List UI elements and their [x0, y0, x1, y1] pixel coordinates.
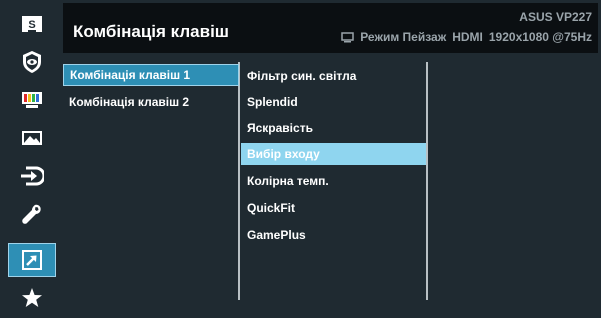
landscape-mode-icon: [341, 31, 354, 42]
system-setup-icon: [22, 204, 41, 224]
sidebar-item-color[interactable]: [8, 83, 56, 117]
sidebar-item-blue-light[interactable]: [8, 45, 56, 79]
svg-text:S: S: [28, 19, 35, 31]
shortcut-icon: [22, 250, 42, 270]
page-title: Комбінація клавіш: [73, 22, 229, 41]
function-item-brightness[interactable]: Яскравість: [241, 117, 426, 139]
monitor-model: ASUS VP227: [519, 10, 592, 24]
function-item-color-temp[interactable]: Колірна темп.: [241, 170, 426, 192]
sidebar-item-image[interactable]: [8, 121, 56, 155]
input-select-icon: [21, 166, 44, 186]
status-input: HDMI: [452, 30, 483, 44]
header-bar: Комбінація клавіш ASUS VP227 Режим Пейза…: [63, 3, 598, 53]
osd-menu: S Комбінація клавіш ASUS VP227 Режим Пей…: [0, 0, 601, 318]
function-item-gameplus[interactable]: GamePlus: [241, 224, 426, 246]
function-item-splendid[interactable]: Splendid: [241, 91, 426, 113]
sidebar-item-splendid[interactable]: S: [8, 7, 56, 41]
function-item-blue-light-filter[interactable]: Фільтр син. світла: [241, 65, 426, 87]
status-mode: Режим Пейзаж: [360, 30, 447, 44]
function-item-quickfit[interactable]: QuickFit: [241, 197, 426, 219]
sidebar-item-shortcut[interactable]: [8, 243, 56, 277]
sidebar-item-system-setup[interactable]: [8, 197, 56, 231]
shortcut-1-item[interactable]: Комбінація клавіш 1: [63, 64, 239, 86]
status-bar: Режим Пейзаж HDMI 1920x1080 @75Hz: [341, 30, 592, 44]
splendid-icon: S: [22, 16, 42, 32]
blue-light-filter-icon: [23, 51, 41, 73]
image-icon: [22, 131, 42, 145]
favorite-icon: [22, 288, 42, 307]
sidebar-item-input-select[interactable]: [8, 159, 56, 193]
function-item-input-select[interactable]: Вибір входу: [241, 143, 426, 165]
status-resolution: 1920x1080 @75Hz: [488, 30, 592, 44]
menu-content: Комбінація клавіш 1 Комбінація клавіш 2 …: [63, 55, 598, 315]
sidebar: S: [3, 3, 61, 315]
color-icon: [22, 92, 42, 108]
sidebar-item-favorite[interactable]: [8, 281, 56, 315]
shortcut-2-item[interactable]: Комбінація клавіш 2: [63, 91, 239, 113]
column-divider: [426, 62, 428, 300]
